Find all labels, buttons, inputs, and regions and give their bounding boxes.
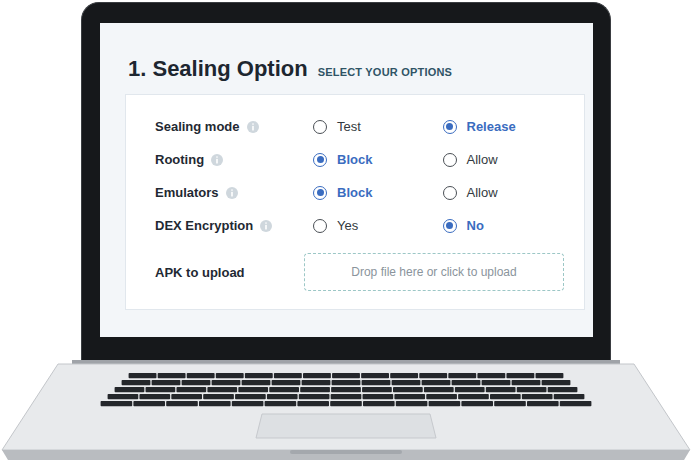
radio-button[interactable] [443, 186, 457, 200]
label-text: Sealing mode [155, 119, 240, 134]
info-icon[interactable] [226, 187, 238, 199]
radio-button[interactable] [313, 120, 327, 134]
label-text: DEX Encryption [155, 218, 253, 233]
label-text: APK to upload [155, 265, 245, 280]
keyboard-icon [101, 373, 592, 406]
row-label: Rooting [155, 152, 313, 167]
section-header: 1. Sealing Option SELECT YOUR OPTIONS [125, 56, 583, 82]
option-row: Rooting Block Allow [155, 143, 572, 176]
radio-dot [317, 156, 324, 163]
radio-button[interactable] [313, 219, 327, 233]
radio-option[interactable]: Block [313, 152, 443, 167]
radio-option[interactable]: Test [313, 119, 443, 134]
radio-option[interactable]: No [443, 218, 573, 233]
upload-dropzone[interactable]: Drop file here or click to upload [304, 253, 564, 291]
option-row: DEX Encryption Yes No [155, 209, 572, 242]
radio-button[interactable] [443, 120, 457, 134]
option-row: Emulators Block Allow [155, 176, 572, 209]
options-panel: Sealing mode Test Release Rooting Block Allow… [125, 94, 585, 310]
radio-dot [446, 123, 453, 130]
row-label: APK to upload [155, 265, 304, 280]
laptop-base-icon [0, 360, 692, 464]
info-icon[interactable] [247, 121, 259, 133]
option-label: Allow [467, 152, 498, 167]
radio-button[interactable] [443, 219, 457, 233]
row-label: DEX Encryption [155, 218, 313, 233]
radio-option[interactable]: Allow [443, 185, 573, 200]
option-label: No [467, 218, 484, 233]
option-label: Test [337, 119, 361, 134]
row-label: Sealing mode [155, 119, 313, 134]
info-icon[interactable] [260, 220, 272, 232]
option-label: Allow [467, 185, 498, 200]
radio-button[interactable] [443, 153, 457, 167]
laptop-lid: 1. Sealing Option SELECT YOUR OPTIONS Seal… [81, 2, 611, 360]
option-label: Yes [337, 218, 358, 233]
info-icon[interactable] [211, 154, 223, 166]
radio-option[interactable]: Release [443, 119, 573, 134]
section-subtitle: SELECT YOUR OPTIONS [318, 66, 452, 78]
radio-dot [317, 189, 324, 196]
radio-button[interactable] [313, 186, 327, 200]
radio-dot [446, 222, 453, 229]
radio-option[interactable]: Allow [443, 152, 573, 167]
option-label: Block [337, 152, 372, 167]
radio-button[interactable] [313, 153, 327, 167]
row-label: Emulators [155, 185, 313, 200]
label-text: Emulators [155, 185, 219, 200]
label-text: Rooting [155, 152, 204, 167]
option-label: Block [337, 185, 372, 200]
radio-option[interactable]: Block [313, 185, 443, 200]
upload-placeholder: Drop file here or click to upload [351, 265, 516, 279]
screen: 1. Sealing Option SELECT YOUR OPTIONS Seal… [100, 23, 593, 337]
option-row: Sealing mode Test Release [155, 110, 572, 143]
section-title: 1. Sealing Option [128, 56, 308, 82]
radio-option[interactable]: Yes [313, 218, 443, 233]
option-label: Release [467, 119, 516, 134]
laptop: 1. Sealing Option SELECT YOUR OPTIONS Seal… [0, 0, 692, 464]
upload-row: APK to upload Drop file here or click to … [155, 253, 572, 291]
